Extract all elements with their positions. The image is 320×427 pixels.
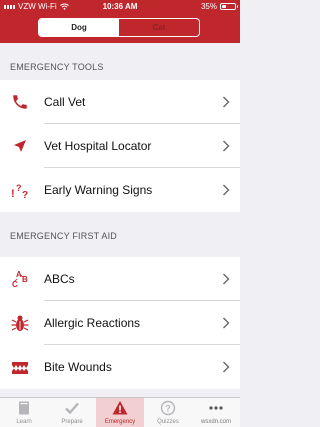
question-icon: ? [160, 400, 176, 416]
tab-more[interactable]: wsxdn.com [192, 398, 240, 427]
location-arrow-icon [10, 136, 30, 156]
battery-percent: 35% [200, 2, 217, 11]
tab-emergency[interactable]: Emergency [96, 398, 144, 427]
tab-label: Prepare [61, 419, 83, 425]
section-header-emergency-first-aid: EMERGENCY FIRST AID [0, 212, 240, 247]
alert-triangle-icon [112, 401, 128, 415]
svg-text:?: ? [165, 404, 171, 414]
list-item-early-warning-signs[interactable]: ! ? ? Early Warning Signs [0, 168, 240, 212]
emergency-tools-list: Call Vet Vet Hospital Locator ! ? ? Earl… [0, 80, 240, 212]
status-bar: VZW Wi-Fi 10:36 AM 35% [0, 0, 240, 13]
list-item-bite-wounds[interactable]: Bite Wounds [0, 345, 240, 389]
abc-icon: A B C [10, 269, 30, 289]
list-item-label: Vet Hospital Locator [44, 139, 152, 153]
svg-text:?: ? [16, 183, 22, 193]
species-segmented-control[interactable]: Dog Cat [38, 18, 200, 37]
list-item-label: Allergic Reactions [44, 316, 141, 330]
insect-icon [10, 313, 30, 333]
more-icon [209, 406, 223, 410]
tab-label: Quizzes [157, 419, 179, 425]
list-item-allergic-reactions[interactable]: Allergic Reactions [0, 301, 240, 345]
app-header: VZW Wi-Fi 10:36 AM 35% Dog Cat [0, 0, 240, 43]
warning-signs-icon: ! ? ? [10, 180, 30, 200]
tab-prepare[interactable]: Prepare [48, 398, 96, 427]
list-item-label: Call Vet [44, 95, 86, 109]
list-item-vet-hospital-locator[interactable]: Vet Hospital Locator [0, 124, 240, 168]
book-icon [19, 401, 29, 415]
section-header-emergency-tools: EMERGENCY TOOLS [0, 43, 240, 78]
list-item-abcs[interactable]: A B C ABCs [0, 257, 240, 301]
segment-cat[interactable]: Cat [119, 19, 199, 36]
phone-icon [10, 92, 30, 112]
tab-label: Emergency [104, 419, 136, 425]
status-right: 35% [200, 0, 238, 13]
chevron-right-icon [223, 140, 230, 152]
tab-bar: Learn Prepare Emergency ? Quizzes wsxdn.… [0, 397, 240, 427]
section-title: EMERGENCY FIRST AID [10, 231, 117, 241]
chevron-right-icon [223, 273, 230, 285]
tab-quizzes[interactable]: ? Quizzes [144, 398, 192, 427]
section-title: EMERGENCY TOOLS [10, 62, 104, 72]
chevron-right-icon [223, 96, 230, 108]
chevron-right-icon [223, 184, 230, 196]
svg-text:?: ? [22, 190, 28, 200]
list-item-label: ABCs [44, 272, 75, 286]
tab-label: Learn [16, 419, 32, 425]
list-item-call-vet[interactable]: Call Vet [0, 80, 240, 124]
bite-icon [10, 357, 30, 377]
list-item-label: Bite Wounds [44, 360, 112, 374]
chevron-right-icon [223, 317, 230, 329]
segment-dog[interactable]: Dog [39, 19, 119, 36]
list-item-label: Early Warning Signs [44, 183, 153, 197]
chevron-right-icon [223, 361, 230, 373]
tab-learn[interactable]: Learn [0, 398, 48, 427]
tab-label: wsxdn.com [200, 419, 231, 425]
emergency-first-aid-list: A B C ABCs Allergic Reactions Bite Wound… [0, 257, 240, 389]
battery-icon [220, 3, 238, 10]
svg-text:!: ! [11, 188, 15, 200]
checkmark-icon [65, 402, 79, 415]
